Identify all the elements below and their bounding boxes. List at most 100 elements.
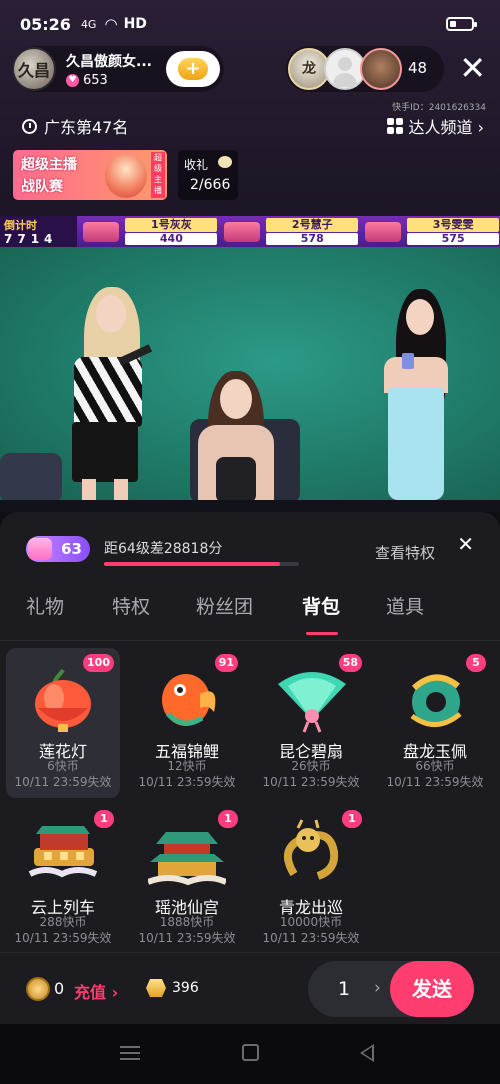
level-progress-text: 距64级差28818分 [104,541,223,557]
view-privileges-link[interactable]: 查看特权 [375,542,435,563]
item-price: 26快币 [291,759,331,773]
fairy-palace-icon [148,832,226,886]
backpack-item[interactable]: 1 瑶池仙宫 1888快币 10/11 23:59失效 [130,804,244,954]
gift-goal[interactable]: 收礼 2/666 [178,150,238,200]
countdown-label: 倒计时 [4,219,37,232]
tab-backpack[interactable]: 背包 [302,592,340,619]
team-score: 440 [125,233,218,245]
backpack-item[interactable]: 91 五福锦鲤 12快币 10/11 23:59失效 [130,648,244,798]
gold-ingot-icon [146,979,166,997]
item-price: 6快币 [47,759,79,773]
status-bar: 05:26 4G ◠ HD [0,0,500,48]
item-count-badge: 1 [342,810,362,828]
status-time: 05:26 [20,14,71,34]
plus-icon: + [178,58,208,80]
host-likes: ♥ 653 [66,73,162,88]
backpack-item[interactable]: 100 莲花灯 6快币 10/11 23:59失效 [6,648,120,798]
level-value: 63 [61,540,82,558]
recharge-button[interactable]: 充值 › [74,979,118,1003]
host-likes-count: 653 [83,72,108,88]
item-expiry: 10/11 23:59失效 [138,775,236,789]
team-card-icon [83,222,120,242]
item-price: 1888快币 [159,915,215,929]
team-card-icon [365,222,402,242]
gift-goal-progress: 2/666 [190,177,231,193]
active-tab-indicator [306,632,338,635]
item-price: 288快币 [39,915,87,929]
team-3[interactable]: 3号雯雯 575 [361,216,500,247]
team-1[interactable]: 1号灰灰 440 [79,216,218,247]
backpack-item[interactable]: 1 青龙出巡 10000快币 10/11 23:59失效 [254,804,368,954]
tab-fan-club[interactable]: 粉丝团 [196,592,253,619]
send-button[interactable]: 发送 [390,961,474,1017]
team-2[interactable]: 2号慧子 578 [220,216,359,247]
close-icon[interactable]: ✕ [459,52,486,84]
team-scoreboard[interactable]: 倒计时 7714 1号灰灰 440 2号慧子 578 3号雯雯 575 [0,216,500,247]
item-expiry: 10/11 23:59失效 [262,931,360,945]
system-nav-bar [0,1024,500,1084]
quantity-value[interactable]: 1 [338,978,350,1000]
bottom-action-bar: 0 充值 › 396 1 › 发送 [0,952,500,1024]
team-score: 578 [266,233,359,245]
home-icon[interactable] [242,1044,259,1061]
item-expiry: 10/11 23:59失效 [14,775,112,789]
wifi-icon: ◠ [104,15,118,33]
gem-icon [28,538,52,560]
team-name: 2号慧子 [266,218,359,232]
close-panel-icon[interactable]: ✕ [457,532,474,556]
team-card-icon [224,222,261,242]
live-stream-screen: 05:26 4G ◠ HD 久昌 久昌傲颜女... ♥ 653 + 龙 48 ✕ … [0,0,500,1084]
channel-label: 达人频道 › [408,118,485,137]
event-title-line2: 战队赛 [21,179,63,195]
event-banner[interactable]: 超级主播 战队赛 超级主播 [13,150,167,200]
host-profile-pill[interactable]: 久昌 久昌傲颜女... ♥ 653 + [12,46,224,92]
panel-tabs: 礼物 特权 粉丝团 背包 道具 [0,592,500,638]
chair-left [0,453,62,500]
item-count-badge: 1 [218,810,238,828]
gold-balance: 396 [172,980,199,996]
backpack-item[interactable]: 58 昆仑碧扇 26快币 10/11 23:59失效 [254,648,368,798]
item-expiry: 10/11 23:59失效 [14,931,112,945]
team-score: 575 [407,233,500,245]
event-tag: 超级主播 [151,152,165,198]
item-count-badge: 1 [94,810,114,828]
audience-count[interactable]: 48 [408,59,427,77]
live-video[interactable] [0,247,500,500]
item-expiry: 10/11 23:59失效 [138,931,236,945]
item-expiry: 10/11 23:59失效 [262,775,360,789]
team-name: 3号雯雯 [407,218,500,232]
tab-props[interactable]: 道具 [386,592,424,619]
dragon-jade-pendant-icon [410,674,462,727]
host-avatar[interactable]: 久昌 [12,47,56,91]
lotus-lantern-icon [35,668,91,732]
battery-icon [446,17,477,31]
clock-icon [22,118,37,134]
chevron-right-icon[interactable]: › [374,978,381,998]
follow-button[interactable]: + [166,51,220,87]
back-icon[interactable] [360,1044,374,1062]
level-progress-bar [104,562,299,566]
level-progress-fill [104,562,280,566]
item-count-badge: 5 [466,654,486,672]
channel-link[interactable]: 达人频道 › [386,114,485,138]
regional-rank[interactable]: 广东第47名 [22,114,128,138]
grid-icon [386,118,403,134]
gift-goal-icon [218,156,232,168]
audience-pill[interactable]: 龙 48 [286,46,444,92]
countdown-value: 7714 [4,232,58,246]
backpack-item[interactable]: 5 盘龙玉佩 66快币 10/11 23:59失效 [378,648,492,798]
tab-gifts[interactable]: 礼物 [26,592,64,619]
backpack-item[interactable]: 1 云上列车 288快币 10/11 23:59失效 [6,804,120,954]
gift-panel: 63 距64级差28818分 查看特权 ✕ 礼物 特权 粉丝团 背包 道具 10… [0,512,500,1024]
kuaishou-id: 快手ID：2401626334 [392,103,486,113]
level-badge[interactable]: 63 [26,536,90,562]
host-name: 久昌傲颜女... [66,53,152,70]
team-name: 1号灰灰 [125,218,218,232]
azure-dragon-icon [283,819,339,880]
item-price: 12快币 [167,759,207,773]
audience-avatar-3[interactable] [360,48,402,90]
jade-fan-icon [278,672,346,733]
gift-goal-label: 收礼 [184,158,209,172]
tab-privileges[interactable]: 特权 [112,592,150,619]
menu-icon[interactable] [120,1046,140,1060]
